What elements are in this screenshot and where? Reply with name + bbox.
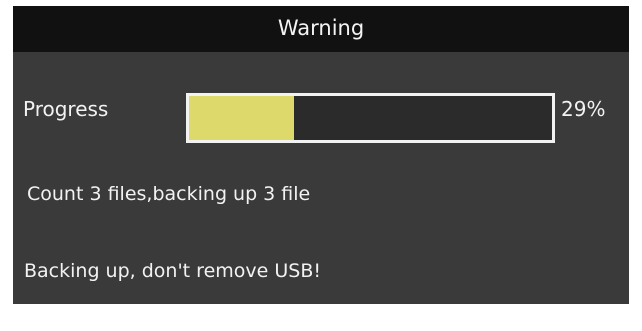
dialog-title-bar: Warning <box>13 6 629 52</box>
screen: Warning Progress 29% Count 3 files,backi… <box>0 0 642 331</box>
usb-warning-text: Backing up, don't remove USB! <box>24 260 321 282</box>
backup-status-text: Count 3 files,backing up 3 file <box>27 183 311 205</box>
progress-label: Progress <box>23 97 109 121</box>
progress-percent: 29% <box>561 97 606 121</box>
progress-bar <box>186 93 555 143</box>
progress-bar-fill <box>189 96 295 140</box>
warning-dialog: Warning Progress 29% Count 3 files,backi… <box>13 6 629 304</box>
dialog-title: Warning <box>277 16 365 40</box>
